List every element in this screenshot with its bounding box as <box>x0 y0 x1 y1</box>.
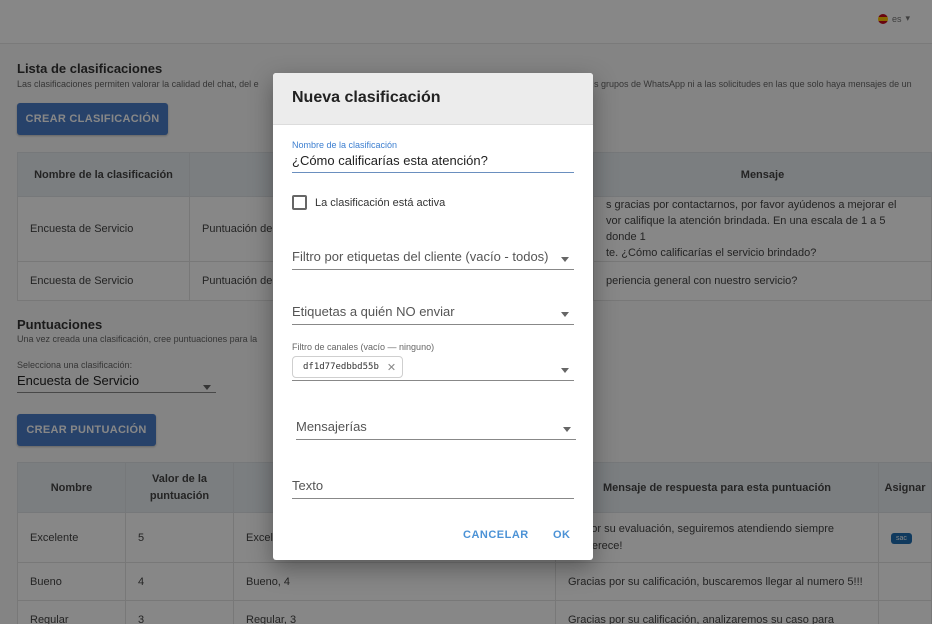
field-underline <box>292 172 574 173</box>
field-underline <box>292 380 574 381</box>
field-underline <box>292 498 574 499</box>
active-checkbox[interactable]: La clasificación está activa <box>292 195 445 210</box>
dropdown-arrow-icon <box>563 427 571 432</box>
field-label: Nombre de la clasificación <box>292 140 398 150</box>
dropdown-arrow-icon <box>561 312 569 317</box>
field-underline <box>296 439 576 440</box>
channel-chip[interactable]: df1d77edbbd55b ✕ <box>292 356 404 378</box>
dropdown-arrow-icon <box>561 368 569 373</box>
dialog-title: Nueva clasificación <box>292 89 441 106</box>
dropdown-arrow-icon <box>561 257 569 262</box>
field-label: Filtro de canales (vacío — ninguno) <box>292 342 435 352</box>
select-placeholder: Mensajerías <box>296 419 367 434</box>
dialog-header: Nueva clasificación <box>273 73 593 125</box>
ok-button[interactable]: OK <box>553 529 571 541</box>
cancel-button[interactable]: CANCELAR <box>463 529 529 541</box>
input-placeholder: Texto <box>292 478 324 493</box>
chip-label: df1d77edbbd55b <box>303 362 379 372</box>
field-value: ¿Cómo calificarías esta atención? <box>292 153 488 168</box>
text-input[interactable]: Texto <box>292 478 574 499</box>
select-placeholder: Filtro por etiquetas del cliente (vacío … <box>292 249 549 264</box>
checkbox-box[interactable] <box>292 195 307 210</box>
messengers-select[interactable]: Mensajerías <box>296 419 576 440</box>
field-underline <box>292 269 574 270</box>
close-icon[interactable]: ✕ <box>387 361 396 374</box>
select-placeholder: Etiquetas a quién NO enviar <box>292 304 455 319</box>
channels-filter-select[interactable]: Filtro de canales (vacío — ninguno) df1d… <box>292 342 574 381</box>
field-underline <box>292 324 574 325</box>
new-classification-dialog: Nueva clasificación Nombre de la clasifi… <box>273 73 593 560</box>
classification-name-field[interactable]: Nombre de la clasificación ¿Cómo calific… <box>292 140 574 173</box>
exclude-tags-select[interactable]: Etiquetas a quién NO enviar <box>292 304 574 325</box>
filter-tags-select[interactable]: Filtro por etiquetas del cliente (vacío … <box>292 249 574 270</box>
checkbox-label: La clasificación está activa <box>315 196 446 209</box>
